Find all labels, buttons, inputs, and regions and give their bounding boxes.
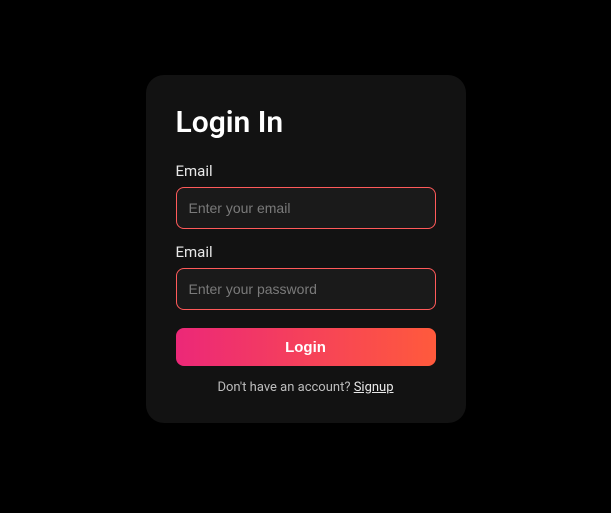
login-button[interactable]: Login (176, 328, 436, 366)
email-label: Email (176, 162, 436, 180)
email-field-group: Email (176, 162, 436, 229)
login-card: Login In Email Email Login Don't have an… (146, 75, 466, 423)
password-input[interactable] (176, 268, 436, 310)
signup-link[interactable]: Signup (354, 380, 394, 395)
page-title: Login In (176, 105, 436, 140)
signup-prompt-text: Don't have an account? (217, 380, 353, 395)
signup-prompt: Don't have an account? Signup (176, 380, 436, 395)
password-label: Email (176, 243, 436, 261)
email-input[interactable] (176, 187, 436, 229)
password-field-group: Email (176, 243, 436, 310)
